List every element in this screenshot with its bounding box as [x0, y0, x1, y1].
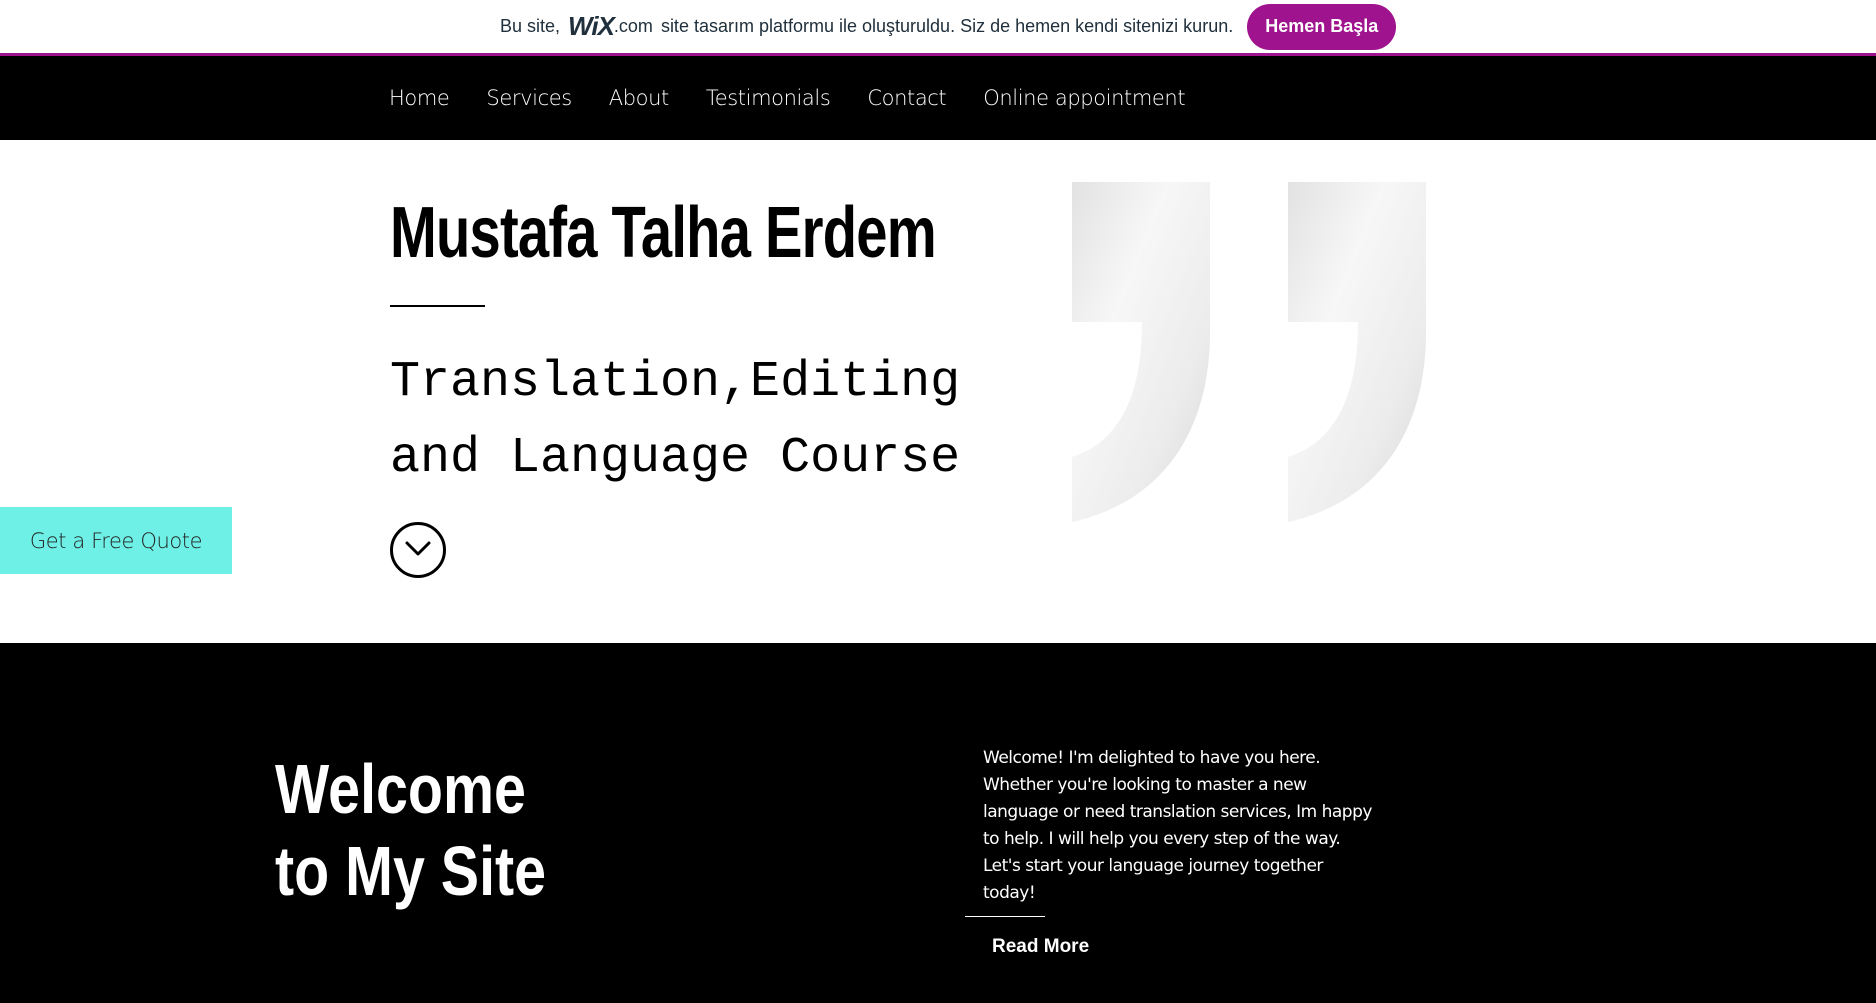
welcome-body-text: Welcome! I'm delighted to have you here.… — [983, 748, 1372, 903]
hero-divider — [390, 305, 485, 307]
read-more-button[interactable]: Read More — [992, 936, 1089, 958]
welcome-heading-line-1: Welcome — [275, 750, 526, 828]
wix-promo-text-after: site tasarım platformu ile oluşturuldu. … — [660, 16, 1234, 36]
welcome-heading-line-2: to My Site — [275, 832, 547, 910]
main-navigation: Home Services About Testimonials Contact… — [0, 56, 1876, 140]
nav-items: Home Services About Testimonials Contact… — [389, 56, 1222, 140]
nav-item-testimonials[interactable]: Testimonials — [706, 86, 831, 110]
chevron-down-circle-icon[interactable] — [390, 522, 446, 578]
wix-logo[interactable]: WiX — [568, 11, 615, 42]
welcome-section: Welcome to My Site Welcome! I'm delighte… — [0, 643, 1876, 1003]
nav-item-contact[interactable]: Contact — [867, 86, 946, 110]
hero-subtitle-line-2: and Language Course — [390, 430, 961, 487]
get-free-quote-button[interactable]: Get a Free Quote — [0, 507, 232, 574]
hero-subtitle-line-1: Translation,Editing — [390, 354, 961, 411]
start-now-button[interactable]: Hemen Başla — [1247, 3, 1397, 50]
nav-item-services[interactable]: Services — [486, 86, 572, 110]
hero-subtitle: Translation,Editing and Language Course — [390, 345, 1010, 497]
wix-promo-banner: Bu site, WiX .com site tasarım platformu… — [0, 0, 1876, 56]
hero-section: Mustafa Talha Erdem Translation,Editing … — [0, 140, 1876, 643]
wix-promo-text-before: Bu site, — [500, 16, 561, 36]
nav-item-home[interactable]: Home — [389, 86, 450, 110]
wix-promo-content: Bu site, WiX .com site tasarım platformu… — [500, 0, 1397, 53]
nav-item-online-appointment[interactable]: Online appointment — [983, 86, 1185, 110]
nav-item-about[interactable]: About — [609, 86, 669, 110]
hero-name-heading: Mustafa Talha Erdem — [390, 193, 937, 273]
closing-quote-marks-icon — [1072, 182, 1426, 522]
wix-logo-suffix: .com — [613, 16, 653, 36]
read-more-divider — [965, 916, 1045, 917]
welcome-heading: Welcome to My Site — [275, 748, 546, 912]
